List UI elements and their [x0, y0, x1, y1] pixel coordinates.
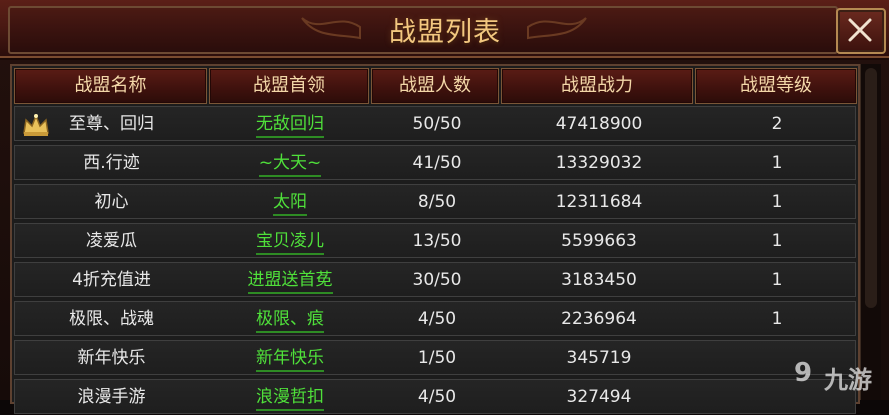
- guild-leader-name[interactable]: 宝贝凌儿: [256, 231, 324, 255]
- guild-power: 2236964: [561, 309, 637, 329]
- guild-leader[interactable]: 浪漫哲扣: [210, 380, 370, 415]
- guild-level: 2: [771, 114, 783, 134]
- guild-power: 345719: [566, 348, 632, 368]
- window-title: 战盟列表: [389, 17, 501, 48]
- guild-leader[interactable]: 宝贝凌儿: [210, 224, 370, 259]
- guild-leader-name[interactable]: 无敌回归: [256, 114, 324, 138]
- table-row[interactable]: 初心 太阳 8/50 12311684 1: [14, 184, 856, 219]
- guild-power: 327494: [566, 387, 632, 407]
- scrollbar-thumb[interactable]: [865, 68, 877, 308]
- guild-level: 1: [771, 153, 783, 173]
- close-button[interactable]: [836, 8, 886, 54]
- guild-members: 30/50: [412, 270, 462, 290]
- guild-name: 极限、战魂: [69, 309, 154, 329]
- table-header: 战盟名称 战盟首领 战盟人数 战盟战力 战盟等级: [12, 66, 858, 104]
- guild-name: 西.行迹: [83, 153, 140, 173]
- guild-members: 1/50: [417, 348, 457, 368]
- guild-members: 4/50: [417, 309, 457, 329]
- guild-name: 新年快乐: [77, 348, 146, 368]
- window-header: 战盟列表: [0, 0, 889, 58]
- guild-leader[interactable]: 新年快乐: [210, 341, 370, 376]
- column-header-name: 战盟名称: [14, 68, 207, 104]
- guild-level: 1: [771, 231, 783, 251]
- guild-members: 4/50: [417, 387, 457, 407]
- table-row[interactable]: 凌爱瓜 宝贝凌儿 13/50 5599663 1: [14, 223, 856, 258]
- guild-leader-name[interactable]: 太阳: [273, 192, 307, 216]
- table-row[interactable]: 西.行迹 ~大天~ 41/50 13329032 1: [14, 145, 856, 180]
- guild-leader[interactable]: 太阳: [210, 185, 370, 220]
- guild-leader[interactable]: ~大天~: [210, 146, 370, 181]
- guild-level: 1: [771, 270, 783, 290]
- guild-power: 47418900: [555, 114, 643, 134]
- guild-leader-name[interactable]: 浪漫哲扣: [256, 387, 324, 411]
- guild-level: 1: [771, 309, 783, 329]
- guild-leader[interactable]: 进盟送首莬: [210, 263, 370, 298]
- close-icon: [848, 18, 872, 42]
- guild-name: 浪漫手游: [77, 387, 146, 407]
- guild-power: 13329032: [555, 153, 643, 173]
- guild-leader[interactable]: 无敌回归: [210, 107, 370, 142]
- column-header-level: 战盟等级: [695, 68, 857, 104]
- table-row[interactable]: 极限、战魂 极限、痕 4/50 2236964 1: [14, 301, 856, 336]
- watermark: 9 九游: [790, 350, 888, 396]
- guild-list-window: ▣ 战盟列表 战盟名称 战盟首领 战盟人数 战盟战力 战盟等级: [0, 0, 889, 414]
- guild-power: 12311684: [555, 192, 643, 212]
- guild-leader[interactable]: 极限、痕: [210, 302, 370, 337]
- watermark-logo-icon: 9: [794, 358, 813, 388]
- table-row[interactable]: 4折充值进 进盟送首莬 30/50 3183450 1: [14, 262, 856, 297]
- guild-members: 8/50: [417, 192, 457, 212]
- guild-level: 1: [771, 192, 783, 212]
- guild-name: 至尊、回归: [69, 114, 154, 134]
- guild-table: 战盟名称 战盟首领 战盟人数 战盟战力 战盟等级 至尊、回归 无敌回归 50/5…: [10, 64, 860, 414]
- guild-leader-name[interactable]: ~大天~: [258, 153, 322, 177]
- table-row[interactable]: 至尊、回归 无敌回归 50/50 47418900 2: [14, 106, 856, 141]
- guild-members: 41/50: [412, 153, 462, 173]
- guild-leader-name[interactable]: 新年快乐: [256, 348, 324, 372]
- guild-leader-name[interactable]: 进盟送首莬: [247, 270, 333, 294]
- table-row[interactable]: 新年快乐 新年快乐 1/50 345719: [14, 340, 856, 375]
- guild-leader-name[interactable]: 极限、痕: [256, 309, 324, 333]
- guild-name: 凌爱瓜: [86, 231, 137, 251]
- table-row[interactable]: 浪漫手游 浪漫哲扣 4/50 327494: [14, 379, 856, 414]
- guild-members: 13/50: [412, 231, 462, 251]
- guild-power: 5599663: [561, 231, 637, 251]
- column-header-power: 战盟战力: [501, 68, 693, 104]
- guild-name: 4折充值进: [72, 270, 151, 290]
- column-header-members: 战盟人数: [371, 68, 499, 104]
- guild-members: 50/50: [412, 114, 462, 134]
- column-header-leader: 战盟首领: [209, 68, 369, 104]
- guild-name: 初心: [94, 192, 129, 212]
- watermark-text: 九游: [824, 366, 872, 394]
- guild-power: 3183450: [561, 270, 637, 290]
